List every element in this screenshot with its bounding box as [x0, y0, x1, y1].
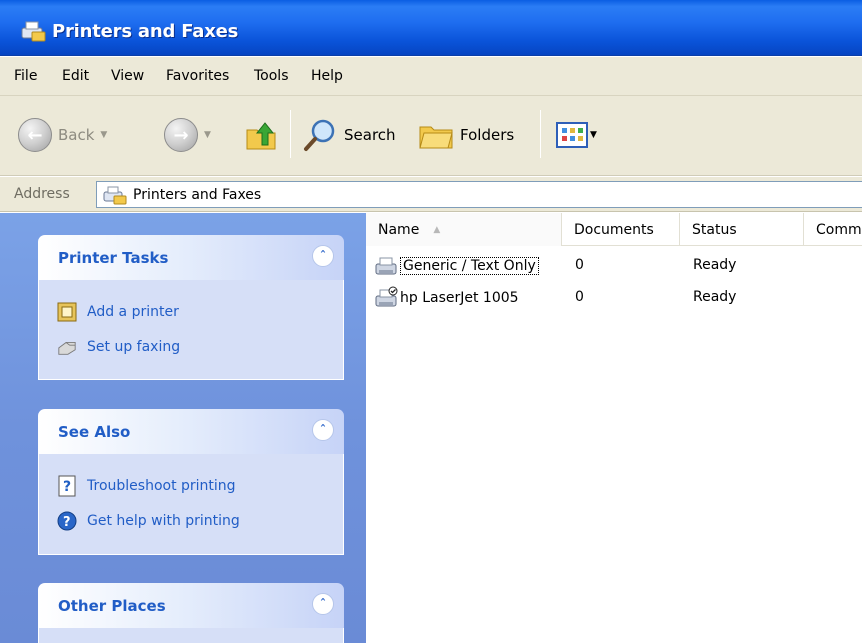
column-header-documents[interactable]: Documents — [562, 213, 680, 246]
menu-tools[interactable]: Tools — [254, 68, 289, 84]
panel-header[interactable]: See Also ˆ — [38, 409, 344, 454]
search-label: Search — [344, 126, 396, 144]
list-item[interactable]: hp LaserJet 1005 0 Ready — [366, 283, 862, 313]
menu-bar: File Edit View Favorites Tools Help — [0, 57, 862, 96]
printer-name: Generic / Text Only — [400, 257, 539, 275]
collapse-chevron-icon[interactable]: ˆ — [312, 245, 334, 267]
address-value: Printers and Faxes — [133, 186, 262, 203]
column-documents-label: Documents — [574, 221, 654, 238]
menu-favorites[interactable]: Favorites — [166, 68, 229, 84]
back-label: Back — [58, 126, 95, 144]
panel-header[interactable]: Other Places ˆ — [38, 583, 344, 628]
printer-icon — [375, 257, 397, 275]
set-up-faxing-label: Set up faxing — [87, 338, 181, 355]
back-arrow-icon: ← — [18, 118, 52, 152]
troubleshoot-printing-link[interactable]: ? Troubleshoot printing — [39, 468, 343, 503]
column-status-label: Status — [692, 221, 737, 238]
back-button[interactable]: ← Back ▼ — [18, 114, 107, 156]
printers-folder-icon — [103, 186, 127, 204]
forward-arrow-icon: → — [164, 118, 198, 152]
collapse-chevron-icon[interactable]: ˆ — [312, 593, 334, 615]
set-up-faxing-link[interactable]: Set up faxing — [39, 329, 343, 364]
back-dropdown-icon[interactable]: ▼ — [100, 130, 107, 140]
folders-icon — [419, 126, 453, 149]
documents-count: 0 — [575, 289, 584, 305]
column-header-status[interactable]: Status — [680, 213, 804, 246]
column-comments-label: Comm — [816, 221, 862, 238]
address-bar: Address Printers and Faxes — [0, 177, 862, 212]
toolbar-separator — [290, 110, 291, 158]
menu-view[interactable]: View — [111, 68, 144, 84]
panel-title: Printer Tasks — [58, 249, 169, 267]
up-button[interactable] — [244, 114, 278, 156]
see-also-panel: See Also ˆ ? Troubleshoot printing ? Get… — [38, 409, 344, 555]
get-help-printing-label: Get help with printing — [87, 512, 240, 529]
search-icon — [304, 119, 335, 151]
default-printer-icon — [375, 286, 398, 307]
menu-help[interactable]: Help — [311, 68, 343, 84]
panel-title: Other Places — [58, 597, 166, 615]
printers-folder-icon — [21, 21, 46, 42]
troubleshoot-printing-label: Troubleshoot printing — [87, 477, 236, 494]
sort-ascending-icon: ▲ — [433, 224, 441, 235]
column-headers: Name ▲ Documents Status Comm — [366, 213, 862, 246]
toolbar: ← Back ▼ → ▼ Search Folders ▼ — [0, 96, 862, 176]
collapse-chevron-icon[interactable]: ˆ — [312, 419, 334, 441]
views-dropdown-icon[interactable]: ▼ — [590, 130, 597, 140]
get-help-printing-link[interactable]: ? Get help with printing — [39, 503, 343, 538]
search-button[interactable]: Search — [302, 114, 396, 156]
views-icon — [556, 122, 588, 148]
printer-status: Ready — [693, 257, 737, 273]
forward-dropdown-icon[interactable]: ▼ — [204, 130, 211, 140]
printer-tasks-panel: Printer Tasks ˆ Add a printer Set up fax… — [38, 235, 344, 380]
printer-list: Name ▲ Documents Status Comm Generic / T… — [366, 213, 862, 643]
printer-name-cell: hp LaserJet 1005 — [374, 286, 519, 310]
up-folder-icon — [246, 122, 276, 150]
svg-text:?: ? — [63, 479, 71, 495]
address-label: Address — [14, 186, 70, 202]
views-button[interactable]: ▼ — [556, 114, 597, 156]
folders-label: Folders — [460, 126, 515, 144]
printer-status: Ready — [693, 289, 737, 305]
folders-button[interactable]: Folders — [418, 114, 514, 156]
panel-body: Add a printer Set up faxing — [38, 280, 344, 380]
panel-body — [38, 628, 344, 643]
column-name-label: Name — [378, 221, 420, 238]
help-page-icon: ? — [57, 475, 77, 496]
svg-text:?: ? — [63, 515, 71, 530]
printer-name-cell: Generic / Text Only — [374, 254, 539, 278]
add-printer-label: Add a printer — [87, 303, 179, 320]
forward-button[interactable]: → ▼ — [164, 114, 211, 156]
panel-body: ? Troubleshoot printing ? Get help with … — [38, 454, 344, 555]
column-header-comments[interactable]: Comm — [804, 213, 862, 246]
panel-header[interactable]: Printer Tasks ˆ — [38, 235, 344, 280]
help-circle-icon: ? — [57, 511, 77, 531]
documents-count: 0 — [575, 257, 584, 273]
menu-edit[interactable]: Edit — [62, 68, 89, 84]
add-printer-link[interactable]: Add a printer — [39, 294, 343, 329]
printer-name: hp LaserJet 1005 — [400, 290, 519, 306]
menu-file[interactable]: File — [14, 68, 37, 84]
panel-title: See Also — [58, 423, 131, 441]
task-pane: Printer Tasks ˆ Add a printer Set up fax… — [0, 213, 366, 643]
window-title: Printers and Faxes — [52, 21, 239, 42]
address-field[interactable]: Printers and Faxes — [96, 181, 862, 208]
column-header-name[interactable]: Name ▲ — [366, 213, 562, 246]
toolbar-separator — [540, 110, 541, 158]
title-bar[interactable]: Printers and Faxes — [0, 0, 862, 56]
fax-icon — [57, 337, 77, 357]
add-printer-icon — [57, 302, 77, 322]
other-places-panel: Other Places ˆ — [38, 583, 344, 643]
list-item[interactable]: Generic / Text Only 0 Ready — [366, 251, 862, 281]
